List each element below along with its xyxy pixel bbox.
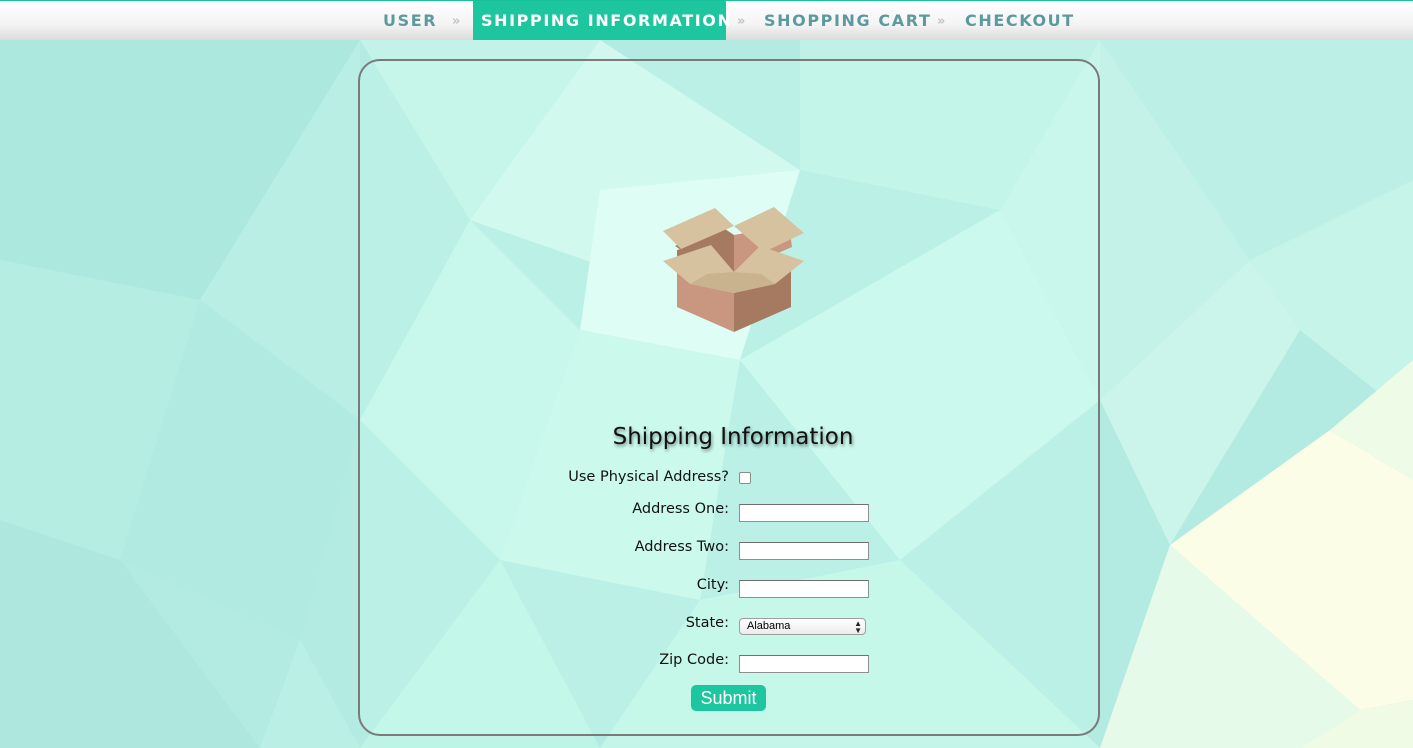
nav-step-shipping-information[interactable]: SHIPPING INFORMATION <box>473 1 731 40</box>
checkout-steps-nav: USER » SHIPPING INFORMATION » SHOPPING C… <box>0 0 1413 40</box>
zip-code-label: Zip Code: <box>659 652 729 668</box>
address-one-label: Address One: <box>632 501 729 517</box>
state-label: State: <box>685 615 729 631</box>
physical-address-label: Use Physical Address? <box>568 469 729 485</box>
state-select[interactable]: Alabama ▲ ▼ <box>739 618 866 635</box>
city-field[interactable] <box>739 580 869 598</box>
state-selected-value: Alabama <box>747 620 791 632</box>
physical-address-checkbox[interactable] <box>739 472 751 484</box>
shipping-card <box>358 59 1100 736</box>
nav-step-shopping-cart[interactable]: SHOPPING CART <box>764 1 931 40</box>
select-arrows-icon: ▲ ▼ <box>854 619 862 635</box>
double-chevron-right-icon: » <box>452 14 461 29</box>
submit-button[interactable]: Submit <box>691 685 766 711</box>
address-one-field[interactable] <box>739 504 869 522</box>
nav-step-user[interactable]: USER <box>383 1 437 40</box>
double-chevron-right-icon: » <box>937 14 946 29</box>
page-title: Shipping Information <box>612 424 854 450</box>
nav-step-checkout[interactable]: CHECKOUT <box>965 1 1075 40</box>
address-two-field[interactable] <box>739 542 869 560</box>
open-box-icon <box>663 207 804 332</box>
double-chevron-right-icon: » <box>737 14 746 29</box>
zip-code-field[interactable] <box>739 655 869 673</box>
address-two-label: Address Two: <box>634 539 729 555</box>
city-label: City: <box>696 577 729 593</box>
